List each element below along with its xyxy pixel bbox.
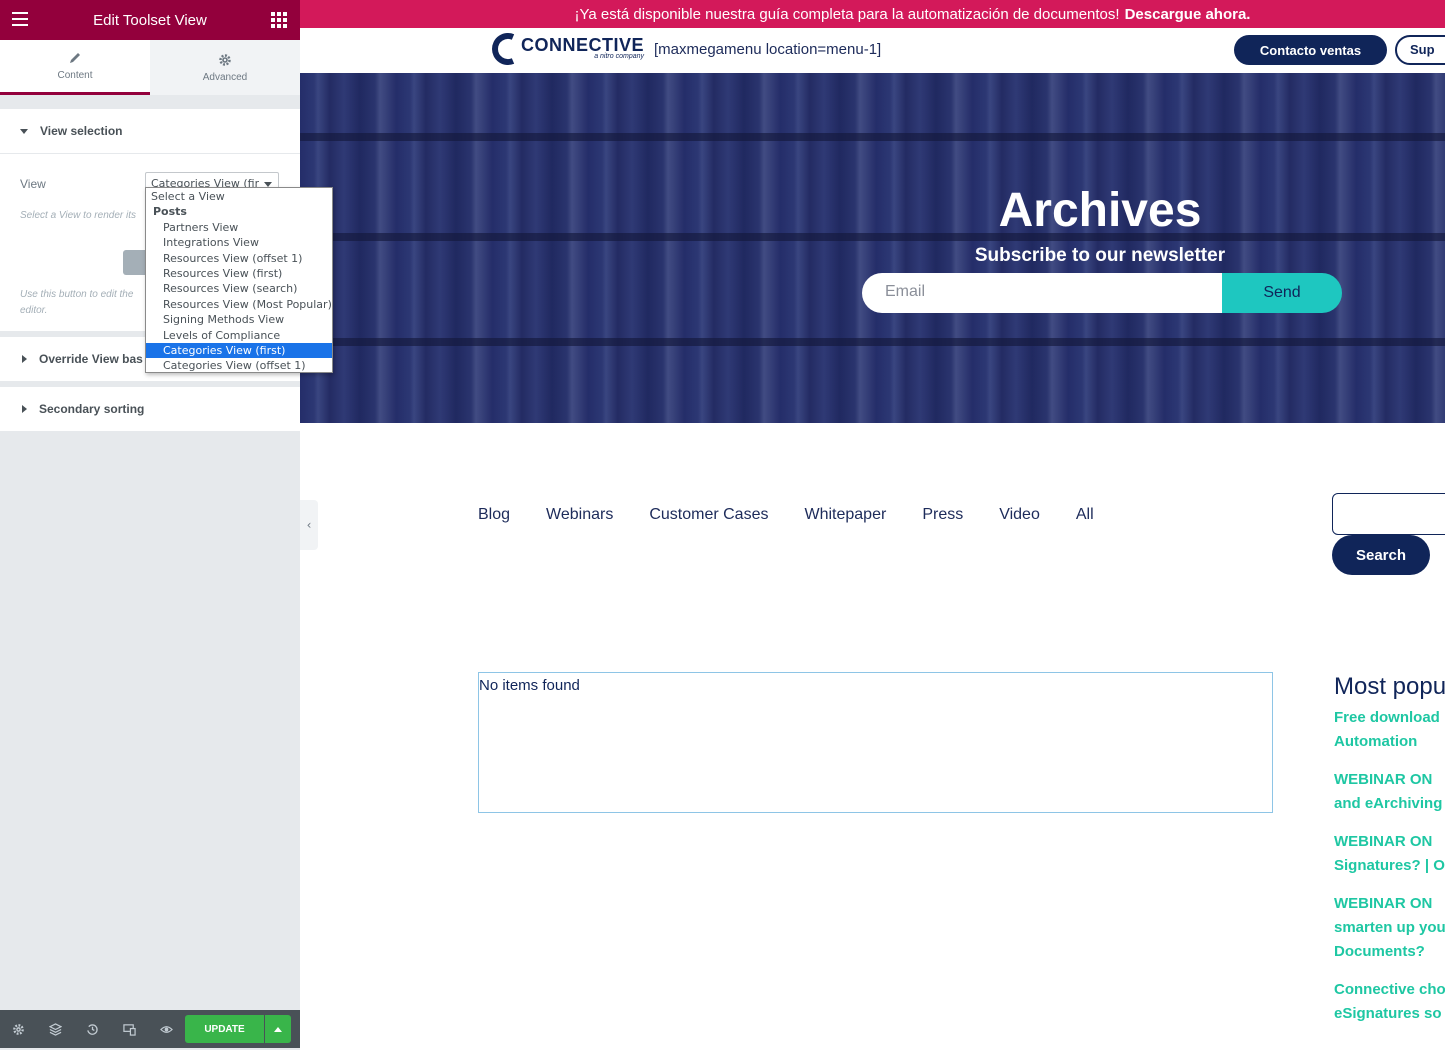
connective-logo-icon <box>492 33 515 65</box>
category-nav: Blog Webinars Customer Cases Whitepaper … <box>478 506 1130 524</box>
dropdown-option[interactable]: Select a View <box>146 189 332 204</box>
popular-link-line: WEBINAR ON <box>1334 771 1433 788</box>
site-header: CONNECTIVE a nitro company [maxmegamenu … <box>300 28 1445 73</box>
bookshelf-image <box>300 338 1445 346</box>
view-help-text: Select a View to render its <box>20 210 136 221</box>
contact-sales-button[interactable]: Contacto ventas <box>1234 35 1387 65</box>
announcement-link[interactable]: Descargue ahora. <box>1125 6 1251 23</box>
responsive-mode-icon[interactable] <box>111 1023 148 1036</box>
hamburger-menu-icon[interactable] <box>12 12 28 28</box>
edit-help-line: editor. <box>20 305 48 316</box>
popular-link-line: WEBINAR ON <box>1334 895 1433 912</box>
support-button[interactable]: Sup <box>1395 35 1445 65</box>
hero-subtitle: Subscribe to our newsletter <box>974 245 1226 266</box>
popular-link-line: Signatures? | O <box>1334 857 1445 874</box>
view-select-dropdown: Select a View Posts Partners View Integr… <box>145 187 333 373</box>
section-secondary-sorting: Secondary sorting <box>0 387 300 432</box>
bookshelf-image <box>300 133 1445 141</box>
editor-panel: Edit Toolset View Content Advanced View … <box>0 0 333 1050</box>
tab-content-label: Content <box>57 70 93 81</box>
widgets-grid-icon[interactable] <box>271 12 287 28</box>
popular-link[interactable]: WEBINAR ON and eArchiving <box>1334 768 1445 816</box>
dropdown-option[interactable]: Resources View (Most Popular) <box>146 297 332 312</box>
section-view-selection-toggle[interactable]: View selection <box>0 109 300 153</box>
category-link-blog[interactable]: Blog <box>478 506 510 524</box>
pencil-icon <box>70 53 80 63</box>
popular-link[interactable]: Connective cho eSignatures so <box>1334 978 1445 1026</box>
popular-link[interactable]: WEBINAR ON smarten up you Documents? <box>1334 892 1445 964</box>
dropdown-option[interactable]: Resources View (first) <box>146 266 332 281</box>
panel-tabs: Content Advanced <box>0 40 300 95</box>
results-container: No items found <box>478 672 1273 813</box>
chevron-up-icon <box>274 1026 282 1032</box>
caret-right-icon <box>22 405 27 413</box>
no-items-message: No items found <box>479 677 580 694</box>
dropdown-group-label: Posts <box>153 205 187 219</box>
popular-link[interactable]: WEBINAR ON Signatures? | O <box>1334 830 1445 878</box>
search-button[interactable]: Search <box>1332 535 1430 575</box>
edit-help-text: Use this button to edit the editor. <box>20 287 150 319</box>
popular-link-line: eSignatures so <box>1334 1005 1442 1022</box>
popular-link-line: Connective cho <box>1334 981 1445 998</box>
dropdown-option[interactable]: Resources View (offset 1) <box>146 251 332 266</box>
update-options-button[interactable] <box>265 1015 291 1043</box>
popular-link-line: Documents? <box>1334 943 1425 960</box>
popular-link-line: Automation <box>1334 733 1418 750</box>
menu-shortcode-text: [maxmegamenu location=menu-1] <box>654 41 882 58</box>
popular-link-line: smarten up you <box>1334 919 1445 936</box>
newsletter-email-input[interactable]: Email <box>862 273 1222 313</box>
section-title: Secondary sorting <box>39 402 145 416</box>
history-icon[interactable] <box>74 1023 111 1036</box>
dropdown-option[interactable]: Levels of Compliance <box>146 328 332 343</box>
tab-advanced-label: Advanced <box>202 71 248 83</box>
most-popular-title: Most popu <box>1334 673 1445 700</box>
announcement-bar: ¡Ya está disponible nuestra guía complet… <box>300 0 1445 28</box>
view-label: View <box>20 177 46 191</box>
category-link-customer-cases[interactable]: Customer Cases <box>649 506 768 524</box>
hero-banner: Archives Subscribe to our newsletter Ema… <box>300 73 1445 423</box>
search-input[interactable] <box>1332 493 1445 535</box>
dropdown-option[interactable]: Integrations View <box>146 235 332 250</box>
site-preview: ¡Ya está disponible nuestra guía complet… <box>300 0 1445 1050</box>
dropdown-option[interactable]: Categories View (offset 1) <box>146 358 332 373</box>
category-link-webinars[interactable]: Webinars <box>546 506 613 524</box>
dropdown-option[interactable]: Partners View <box>146 220 332 235</box>
popular-link-line: WEBINAR ON <box>1334 833 1433 850</box>
collapse-panel-handle[interactable]: ‹ <box>300 500 318 550</box>
popular-link-line: Free download <box>1334 709 1440 726</box>
panel-title: Edit Toolset View <box>93 11 207 29</box>
edit-help-line: Use this button to edit the <box>20 289 134 300</box>
category-link-press[interactable]: Press <box>922 506 963 524</box>
chevron-left-icon: ‹ <box>306 518 312 532</box>
tab-advanced[interactable]: Advanced <box>150 40 300 95</box>
category-link-all[interactable]: All <box>1076 506 1094 524</box>
navigator-layers-icon[interactable] <box>37 1022 74 1036</box>
popular-link[interactable]: Free download Automation <box>1334 706 1445 754</box>
tab-content[interactable]: Content <box>0 40 150 95</box>
dropdown-option[interactable]: Resources View (search) <box>146 281 332 296</box>
panel-header: Edit Toolset View <box>0 0 300 40</box>
caret-right-icon <box>22 355 27 363</box>
settings-icon[interactable] <box>0 1023 37 1036</box>
section-title: Override View bas <box>39 352 143 366</box>
popular-link-line: and eArchiving <box>1334 795 1443 812</box>
category-link-video[interactable]: Video <box>999 506 1040 524</box>
dropdown-option-selected[interactable]: Categories View (first) <box>146 342 332 359</box>
site-logo[interactable]: CONNECTIVE a nitro company <box>489 31 644 67</box>
most-popular-sidebar: Most popu Free download Automation WEBIN… <box>1334 673 1445 1040</box>
caret-down-icon <box>20 128 28 134</box>
panel-footer: UPDATE <box>0 1010 300 1048</box>
update-button[interactable]: UPDATE <box>185 1015 264 1043</box>
section-secondary-sorting-toggle[interactable]: Secondary sorting <box>0 387 300 431</box>
newsletter-send-button[interactable]: Send <box>1222 273 1342 313</box>
preview-eye-icon[interactable] <box>148 1023 185 1036</box>
category-link-whitepaper[interactable]: Whitepaper <box>804 506 886 524</box>
hero-title: Archives <box>998 184 1202 237</box>
section-title: View selection <box>40 124 123 138</box>
announcement-text: ¡Ya está disponible nuestra guía complet… <box>574 5 1120 23</box>
dropdown-option[interactable]: Signing Methods View <box>146 312 332 327</box>
gear-icon <box>219 53 231 66</box>
